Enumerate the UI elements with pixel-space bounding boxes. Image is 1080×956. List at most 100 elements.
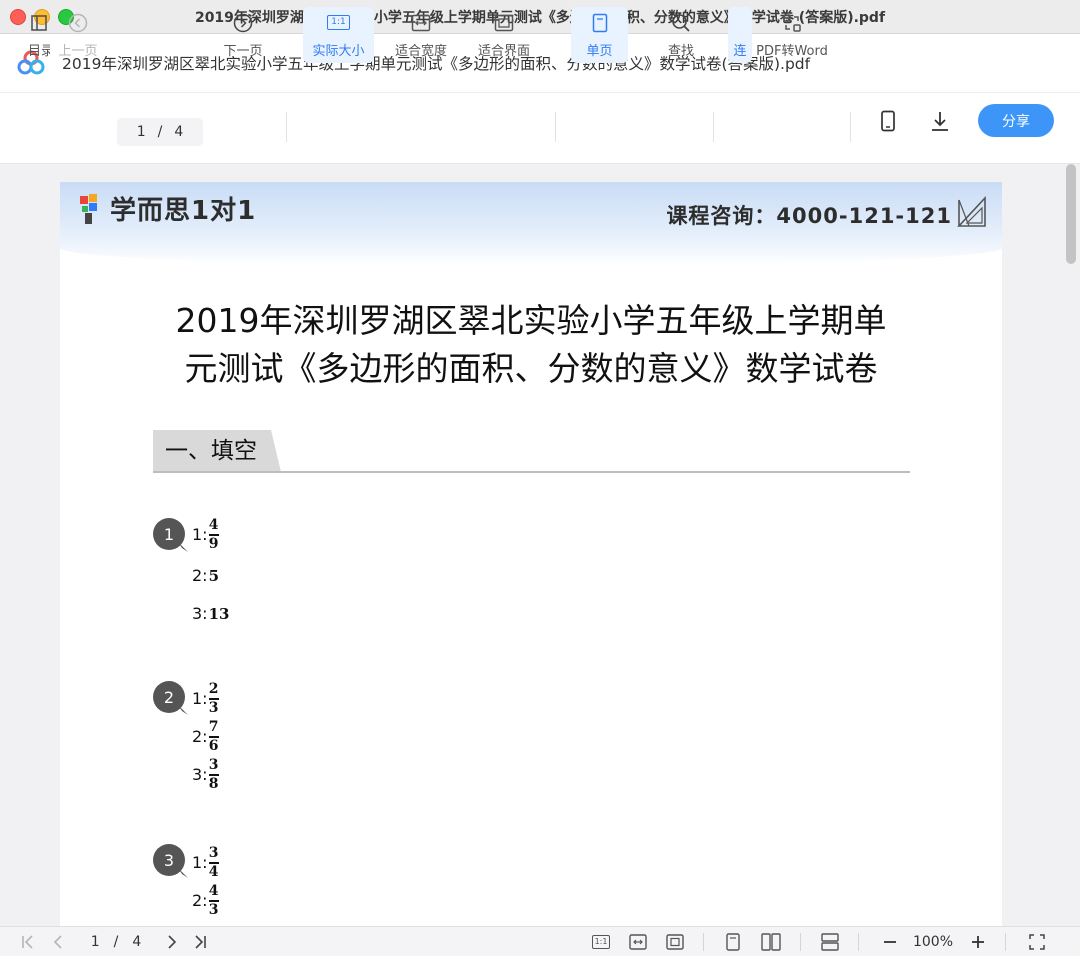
fit-page-button[interactable]: 适合界面: [473, 7, 535, 63]
single-page-bottom-button[interactable]: [724, 932, 742, 952]
contact-line: 课程咨询：4000-121-121: [666, 204, 952, 228]
single-page-button[interactable]: 单页: [571, 7, 628, 63]
fraction-numerator: 4: [208, 883, 219, 899]
pdf-to-word-label: PDF转Word: [756, 43, 828, 59]
answer-item: 2: 7 6: [192, 720, 219, 754]
fraction-numerator: 3: [208, 845, 219, 861]
zoom-in-button[interactable]: [968, 932, 988, 952]
toc-label: 目录: [28, 43, 50, 59]
fit-width-icon: [411, 14, 431, 31]
fit-width-bottom-button[interactable]: [627, 932, 649, 952]
minus-icon: [884, 941, 896, 943]
convert-icon: [783, 13, 801, 32]
zoom-level[interactable]: 100%: [908, 932, 958, 952]
share-button[interactable]: 分享: [978, 104, 1054, 137]
fit-width-icon: [629, 934, 647, 950]
brand-name: 学而思1对1: [110, 196, 257, 226]
page-total: 4: [174, 124, 184, 140]
page-separator: /: [113, 934, 119, 950]
download-icon: [932, 112, 948, 131]
toolbar-divider: [713, 112, 714, 142]
continuous-scroll-button[interactable]: [820, 932, 840, 952]
vertical-scrollbar-thumb[interactable]: [1066, 164, 1076, 264]
actual-size-bottom-button[interactable]: 1:1: [590, 932, 612, 952]
app-header: 2019年深圳罗湖区翠北实验小学五年级上学期单元测试《多边形的面积、分数的意义》…: [0, 34, 1080, 93]
prev-page-button[interactable]: 上一页: [55, 7, 101, 63]
next-page-button[interactable]: 下一页: [220, 7, 266, 63]
toolbar-divider: [850, 112, 851, 142]
find-label: 查找: [667, 43, 694, 59]
prev-page-label: 上一页: [58, 43, 98, 59]
continuous-page-button[interactable]: 连: [728, 7, 752, 63]
download-button[interactable]: [928, 107, 952, 135]
single-page-icon: [592, 13, 607, 32]
fit-page-icon: [494, 14, 514, 31]
fraction-numerator: 7: [208, 719, 219, 735]
actual-size-icon: 1:1: [327, 15, 350, 30]
answer-value: 13: [208, 604, 230, 623]
brand-mark-icon: [80, 193, 97, 224]
toc-button[interactable]: 目录: [26, 7, 52, 63]
last-page-button[interactable]: [190, 932, 210, 952]
fit-page-label: 适合界面: [477, 43, 530, 59]
page-number-field[interactable]: 1 / 4: [117, 118, 203, 146]
fullscreen-button[interactable]: [1027, 932, 1047, 952]
exam-title-line-1: 2019年深圳罗湖区翠北实验小学五年级上学期单: [175, 301, 887, 340]
search-icon: [672, 13, 690, 32]
first-page-icon: [22, 935, 33, 949]
window-title-bar: 2019年深圳罗湖区翠北实验小学五年级上学期单元测试《多边形的面积、分数的意义》…: [0, 0, 1080, 34]
fit-width-button[interactable]: 适合宽度: [390, 7, 452, 63]
page-separator: /: [157, 124, 163, 140]
fit-width-label: 适合宽度: [394, 43, 447, 59]
answer-item: 3: 13: [192, 604, 229, 623]
answer-item: 1: 2 3: [192, 682, 219, 716]
two-page-icon: [761, 933, 781, 951]
answer-index: 1:: [192, 689, 208, 709]
find-button[interactable]: 查找: [660, 7, 702, 63]
toolbar-divider: [555, 112, 556, 142]
question-number-badge: 3: [153, 844, 185, 876]
section-title: 一、填空: [153, 430, 281, 472]
answer-index: 3:: [192, 765, 208, 785]
answer-fraction: 7 6: [208, 719, 219, 754]
fraction-numerator: 3: [208, 757, 219, 773]
first-page-button[interactable]: [18, 932, 38, 952]
actual-size-icon: 1:1: [591, 935, 611, 949]
actual-size-label: 实际大小: [312, 43, 365, 59]
sidebar-toggle-icon: [31, 14, 47, 31]
answer-item: 2: 4 3: [192, 884, 219, 918]
answer-index: 3:: [192, 604, 208, 623]
answer-index: 2:: [192, 891, 208, 911]
answer-index: 1:: [192, 525, 208, 545]
pdf-to-word-button[interactable]: PDF转Word: [752, 7, 832, 63]
actual-size-button[interactable]: 1:1 实际大小: [303, 7, 374, 63]
fraction-numerator: 2: [208, 681, 219, 697]
answer-item: 1: 3 4: [192, 846, 219, 880]
two-page-button[interactable]: [760, 932, 782, 952]
exam-title-line-2: 元测试《多边形的面积、分数的意义》数学试卷: [184, 349, 878, 388]
status-divider: [800, 933, 801, 951]
zoom-out-button[interactable]: [880, 932, 900, 952]
ruler-triangle-icon: [957, 196, 986, 227]
answer-value: 5: [208, 566, 220, 585]
mobile-view-button[interactable]: [876, 107, 900, 135]
fraction-denominator: 6: [208, 737, 219, 754]
page-current: 1: [136, 124, 146, 140]
answer-index: 2:: [192, 566, 208, 585]
fraction-denominator: 3: [208, 699, 219, 716]
question-number-badge: 1: [153, 518, 185, 550]
chevron-right-icon: [168, 935, 177, 949]
last-page-icon: [195, 935, 206, 949]
page-indicator[interactable]: 1 / 4: [80, 932, 152, 952]
prev-page-bottom-button[interactable]: [48, 932, 68, 952]
section-underline: [153, 471, 910, 473]
document-viewer[interactable]: 学而思1对1 课程咨询：4000-121-121 2019年深圳罗湖区翠北实验小…: [0, 164, 1080, 926]
next-page-bottom-button[interactable]: [162, 932, 182, 952]
brand-logo: 学而思1对1: [78, 190, 256, 227]
fit-page-bottom-button[interactable]: [664, 932, 686, 952]
next-page-label: 下一页: [223, 43, 263, 59]
answer-fraction: 4 9: [208, 518, 219, 552]
answer-fraction: 3 4: [208, 845, 219, 880]
close-window-button[interactable]: [10, 9, 26, 25]
answer-fraction: 3 8: [208, 757, 219, 792]
